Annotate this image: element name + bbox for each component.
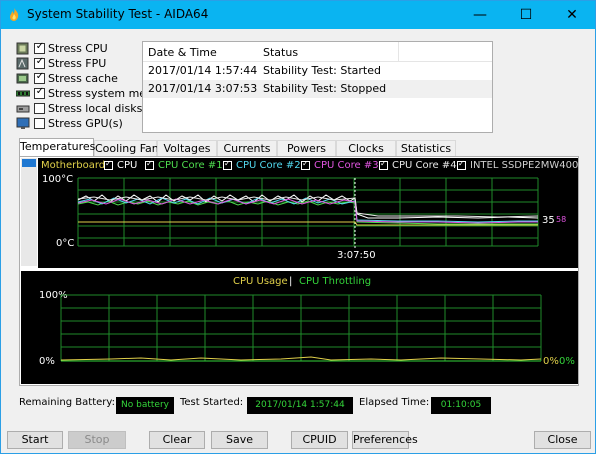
fpu-icon (16, 57, 29, 70)
temperature-plot (77, 177, 539, 250)
stress-fpu-label: Stress FPU (48, 57, 107, 70)
current-temp-value: 35 (542, 215, 555, 226)
stop-button[interactable]: Stop (68, 431, 126, 449)
tab-clocks[interactable]: Clocks (336, 140, 396, 156)
stress-cpu-checkbox[interactable]: ✓ (34, 41, 45, 54)
stress-disks-checkbox[interactable] (34, 103, 45, 114)
minimize-icon: — (473, 7, 487, 23)
temperature-grid (77, 177, 539, 247)
usage-current-value: 0% (543, 356, 559, 367)
log-time: 2017/01/14 3:07:53 (148, 82, 258, 95)
stress-fpu-checkbox[interactable]: ✓ (34, 56, 45, 69)
temperature-graph: Motherboard CPU CPU Core #1 CPU Core #2 … (38, 158, 578, 268)
status-log-header: Date & Time Status (143, 42, 492, 62)
battery-label: Remaining Battery: (19, 397, 115, 408)
time-marker-label: 3:07:50 (337, 250, 376, 261)
preferences-button[interactable]: Preferences (352, 431, 418, 449)
clear-button[interactable]: Clear (149, 431, 205, 449)
tab-cooling-fans[interactable]: Cooling Fans (94, 140, 164, 156)
maximize-button[interactable]: ☐ (503, 1, 549, 29)
usage-grid (60, 294, 542, 362)
log-status: Stability Test: Stopped (263, 82, 387, 95)
log-time: 2017/01/14 1:57:44 (148, 64, 258, 77)
maximize-icon: ☐ (519, 7, 533, 23)
tab-powers[interactable]: Powers (277, 140, 336, 156)
save-button[interactable]: Save (211, 431, 268, 449)
memory-icon (16, 90, 30, 97)
list-item[interactable]: 2017/01/14 1:57:44 Stability Test: Start… (143, 62, 492, 80)
log-status: Stability Test: Started (263, 64, 381, 77)
stress-cache-label: Stress cache (48, 72, 118, 85)
column-header-datetime[interactable]: Date & Time (148, 46, 217, 59)
stress-disks-label: Stress local disks (48, 102, 143, 115)
disk-icon (16, 105, 30, 113)
aida64-window: System Stability Test - AIDA64 — ☐ ✕ ✓ S… (0, 0, 596, 454)
stress-memory-checkbox[interactable]: ✓ (34, 86, 45, 99)
close-button[interactable]: Close (534, 431, 591, 449)
tab-temperatures[interactable]: Temperatures (19, 138, 95, 156)
tab-voltages[interactable]: Voltages (157, 140, 217, 156)
test-started-label: Test Started: (180, 397, 244, 408)
throttling-current-value: 0% (559, 356, 575, 367)
status-log-list[interactable]: Date & Time Status 2017/01/14 1:57:44 St… (142, 41, 493, 133)
current-temp-side-value: 58 (556, 215, 567, 224)
column-divider (398, 42, 399, 62)
list-item[interactable]: 2017/01/14 3:07:53 Stability Test: Stopp… (143, 80, 492, 98)
elapsed-time-value: 01:10:05 (431, 397, 491, 414)
close-icon: ✕ (566, 7, 578, 23)
column-header-status[interactable]: Status (263, 46, 298, 59)
scrollbar-thumb[interactable] (22, 159, 36, 167)
test-started-value: 2017/01/14 1:57:44 (247, 397, 353, 414)
battery-value: No battery (116, 397, 174, 414)
close-window-button[interactable]: ✕ (549, 1, 595, 29)
gpu-icon (16, 117, 30, 129)
cpuid-button[interactable]: CPUID (291, 431, 348, 449)
flame-icon (10, 8, 19, 21)
stress-gpu-checkbox[interactable] (34, 118, 45, 129)
elapsed-time-label: Elapsed Time: (359, 397, 430, 408)
tab-currents[interactable]: Currents (217, 140, 277, 156)
cache-icon (16, 73, 29, 84)
minimize-button[interactable]: — (457, 1, 503, 29)
cpu-usage-graph: CPU Usage | CPU Throttling 100% 0% 0% 0% (21, 271, 578, 384)
title-bar[interactable]: System Stability Test - AIDA64 — ☐ ✕ (1, 1, 595, 29)
tab-statistics[interactable]: Statistics (396, 140, 456, 156)
start-button[interactable]: Start (7, 431, 63, 449)
stress-cache-checkbox[interactable]: ✓ (34, 71, 45, 84)
stress-cpu-label: Stress CPU (48, 42, 108, 55)
sensor-list-scrollbar[interactable] (21, 158, 37, 266)
usage-plot (60, 294, 542, 362)
window-title: System Stability Test - AIDA64 (27, 7, 209, 21)
sensor-tabs: Temperatures Cooling Fans Voltages Curre… (19, 138, 579, 156)
stress-gpu-label: Stress GPU(s) (48, 117, 123, 130)
cpu-icon (16, 42, 29, 55)
